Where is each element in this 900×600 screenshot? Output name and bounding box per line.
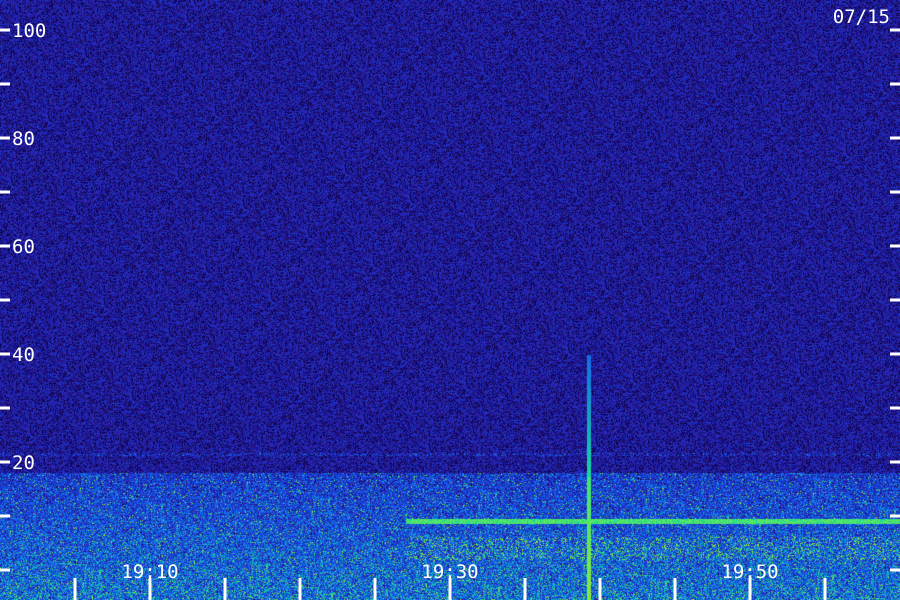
spectrogram-chart: 20 40 60 80 100 19:10 19:30 19:50 07/15 bbox=[0, 0, 900, 600]
x-tick-label: 19:30 bbox=[421, 561, 478, 583]
date-label: 07/15 bbox=[833, 6, 890, 28]
x-tick-label: 19:50 bbox=[721, 561, 778, 583]
x-tick-label: 19:10 bbox=[121, 561, 178, 583]
y-tick-label: 20 bbox=[12, 452, 35, 474]
y-tick-label: 40 bbox=[12, 344, 35, 366]
spectrogram-heatmap bbox=[0, 0, 900, 600]
y-tick-label: 80 bbox=[12, 128, 35, 150]
y-tick-label: 100 bbox=[12, 20, 46, 42]
y-tick-label: 60 bbox=[12, 236, 35, 258]
